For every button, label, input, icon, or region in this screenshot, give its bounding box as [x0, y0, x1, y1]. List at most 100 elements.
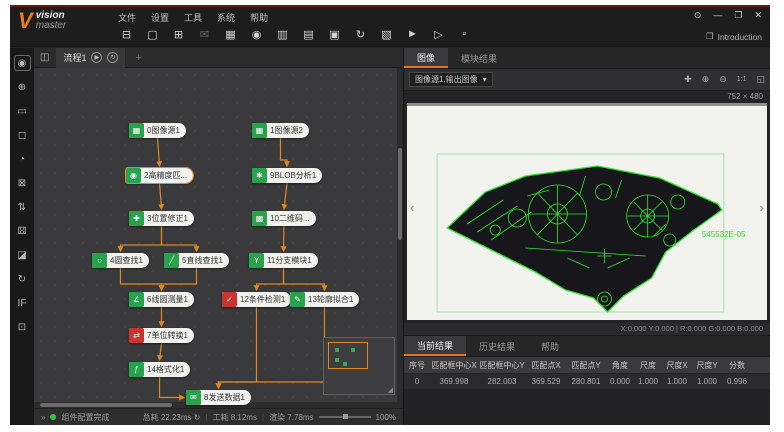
- flow-node-n0[interactable]: ▦0图像源1: [129, 123, 186, 138]
- menu-item-帮助[interactable]: 帮助: [250, 11, 268, 24]
- save-icon[interactable]: ⊟: [118, 26, 135, 42]
- add-flow-button[interactable]: +: [135, 52, 141, 64]
- run-once-flow-button[interactable]: ▶: [91, 52, 102, 63]
- menu-item-系统[interactable]: 系统: [217, 11, 235, 24]
- theme-icon[interactable]: ⊙: [694, 10, 702, 21]
- tab-viewer-1[interactable]: 图像: [404, 48, 448, 68]
- restore-icon[interactable]: ❐: [734, 10, 742, 21]
- front-run-icon[interactable]: ▫: [456, 26, 473, 42]
- tab-result-3[interactable]: 帮助: [528, 336, 572, 356]
- flow-tab-label: 流程1: [63, 51, 86, 64]
- flow-edge-n9-n10: [284, 183, 287, 209]
- flow-vertical-scrollbar[interactable]: [397, 68, 403, 402]
- minimap-resize-icon[interactable]: ◢: [388, 386, 393, 394]
- table-row[interactable]: 0369.998282.003369.529280.8010.0001.0001…: [404, 373, 770, 389]
- image-viewer[interactable]: 752 × 480: [404, 91, 770, 323]
- run-continuous-icon[interactable]: ▷: [430, 26, 447, 42]
- fit-screen-icon[interactable]: ◱: [756, 74, 765, 85]
- minimap-viewport[interactable]: [328, 342, 368, 369]
- menu-item-设置[interactable]: 设置: [151, 11, 169, 24]
- flow-node-label: 6线圆测量1: [147, 294, 188, 305]
- zoom-out-icon[interactable]: ⊖: [719, 74, 727, 85]
- data-queue-icon[interactable]: ▧: [378, 26, 395, 42]
- flow-node-n4[interactable]: ○4圆查找1: [92, 253, 149, 268]
- flow-edge-n11-n12: [257, 268, 284, 290]
- introduction-icon: ❒: [706, 31, 714, 42]
- image-display[interactable]: 545532E-05 ‹ ›: [407, 103, 767, 320]
- collapse-icon[interactable]: »: [41, 413, 45, 422]
- global-variable-icon[interactable]: ▦: [222, 26, 239, 42]
- next-image-icon[interactable]: ›: [760, 200, 764, 215]
- menu-item-工具[interactable]: 工具: [184, 11, 202, 24]
- if-logic-tool-icon[interactable]: IF: [14, 295, 31, 311]
- focus-tool-icon[interactable]: ◻: [14, 127, 31, 143]
- match-tool-icon[interactable]: ⊠: [14, 175, 31, 191]
- calc-tool-icon[interactable]: ⚄: [14, 223, 31, 239]
- flow-node-n8[interactable]: ✉8发送数据1: [186, 390, 251, 405]
- flow-edge-n10-n11: [284, 226, 285, 251]
- minimize-icon[interactable]: —: [713, 10, 722, 21]
- camera-icon[interactable]: ◉: [248, 26, 265, 42]
- status-ready-icon: [50, 414, 56, 420]
- flow-node-n13[interactable]: ✎13轮廓拟合1: [290, 292, 359, 307]
- recognition-tool-icon[interactable]: ↻: [14, 271, 31, 287]
- measure-tool-icon[interactable]: ◔: [14, 151, 31, 167]
- close-icon[interactable]: ✕: [754, 10, 762, 21]
- save-as-icon[interactable]: ⊞: [170, 26, 187, 42]
- tab-result-2[interactable]: 历史结果: [466, 336, 528, 356]
- roi-tool-icon[interactable]: ▭: [14, 103, 31, 119]
- pixel-coordinates: X:0.000 Y:0.000 | R:0.000 G:0.000 B:0.00…: [404, 323, 770, 336]
- one-to-one-icon[interactable]: 1:1: [737, 76, 747, 83]
- location-tool-icon[interactable]: ⊕: [14, 79, 31, 95]
- flow-canvas[interactable]: ◢ ▦0图像源1 ▦1图像源2 ◉2高精度匹... ✱9BLOB分析1 ✚3位置修正1 ▩…: [34, 68, 403, 408]
- status-bar: » 组件配置完成 总耗 22.23ms ↻|工耗 8.12ms|渲染 7.78m…: [34, 408, 403, 425]
- io-monitor-icon[interactable]: ▤: [300, 26, 317, 42]
- introduction-button[interactable]: ❒ Introduction: [706, 31, 762, 42]
- prev-image-icon[interactable]: ‹: [410, 200, 414, 215]
- flow-node-n10[interactable]: ▩10二维码...: [252, 211, 316, 226]
- result-tabs: 当前结果历史结果帮助: [404, 336, 770, 357]
- flow-node-n9[interactable]: ✱9BLOB分析1: [252, 168, 322, 183]
- tab-result-1[interactable]: 当前结果: [404, 336, 466, 356]
- module-manager-icon[interactable]: ▣: [326, 26, 343, 42]
- flow-node-n14[interactable]: ƒ14格式化1: [129, 362, 190, 377]
- flow-node-n12[interactable]: ✓12条件检测1: [222, 292, 291, 307]
- camera-tool-icon[interactable]: ◉: [14, 55, 31, 71]
- image-source-dropdown[interactable]: 图像源1.输出图像 ▾: [409, 72, 493, 87]
- minimap[interactable]: ◢: [323, 337, 395, 395]
- menu-item-文件[interactable]: 文件: [118, 11, 136, 24]
- flow-node-n1[interactable]: ▦1图像源2: [252, 123, 309, 138]
- run-continuous-flow-button[interactable]: ↻: [107, 52, 118, 63]
- flow-node-n11[interactable]: Y11分支模块1: [249, 253, 318, 268]
- flow-node-n3[interactable]: ✚3位置修正1: [129, 211, 194, 226]
- module-icon: ▦: [252, 123, 267, 138]
- table-cell: 369.529: [526, 374, 566, 389]
- communication-icon[interactable]: ▥: [274, 26, 291, 42]
- zoom-slider[interactable]: [319, 416, 371, 418]
- flow-node-n2[interactable]: ◉2高精度匹...: [126, 168, 193, 183]
- logo-line2: master: [36, 21, 67, 31]
- run-settings-icon[interactable]: ↻: [352, 26, 369, 42]
- flow-node-n7[interactable]: ⇄7单位转换1: [129, 328, 194, 343]
- app-logo: V vision master: [18, 11, 66, 31]
- align-tool-icon[interactable]: ⇅: [14, 199, 31, 215]
- tab-viewer-2[interactable]: 模块结果: [448, 48, 510, 68]
- communication-tool-icon[interactable]: ⊡: [14, 319, 31, 335]
- flow-node-label: 4圆查找1: [110, 255, 143, 266]
- title-bar: V vision master 文件 设置 工具 系统 帮助 ⊙ — ❐ ✕ ⊟ ▢ ⊞ ✉ ▦ ◉ ▥ ▤…: [10, 7, 770, 47]
- zoom-in-icon[interactable]: ⊕: [702, 74, 710, 85]
- hierarchy-icon[interactable]: ◫: [40, 52, 49, 63]
- module-icon: ✓: [222, 292, 237, 307]
- color-tool-icon[interactable]: ◪: [14, 247, 31, 263]
- open-icon[interactable]: ▢: [144, 26, 161, 42]
- run-once-icon[interactable]: ►: [404, 26, 421, 42]
- flow-node-n5[interactable]: ╱5直线查找1: [164, 253, 229, 268]
- pan-icon[interactable]: ✚: [684, 74, 692, 85]
- flow-tab[interactable]: 流程1 ▶ ↻: [56, 48, 125, 68]
- status-ready-text: 组件配置完成: [61, 412, 109, 423]
- flow-node-label: 14格式化1: [147, 364, 184, 375]
- export-icon[interactable]: ✉: [196, 26, 213, 42]
- logo-v-icon: V: [18, 11, 33, 31]
- flow-node-n6[interactable]: ∠6线圆测量1: [129, 292, 194, 307]
- module-icon: ✉: [186, 390, 201, 405]
